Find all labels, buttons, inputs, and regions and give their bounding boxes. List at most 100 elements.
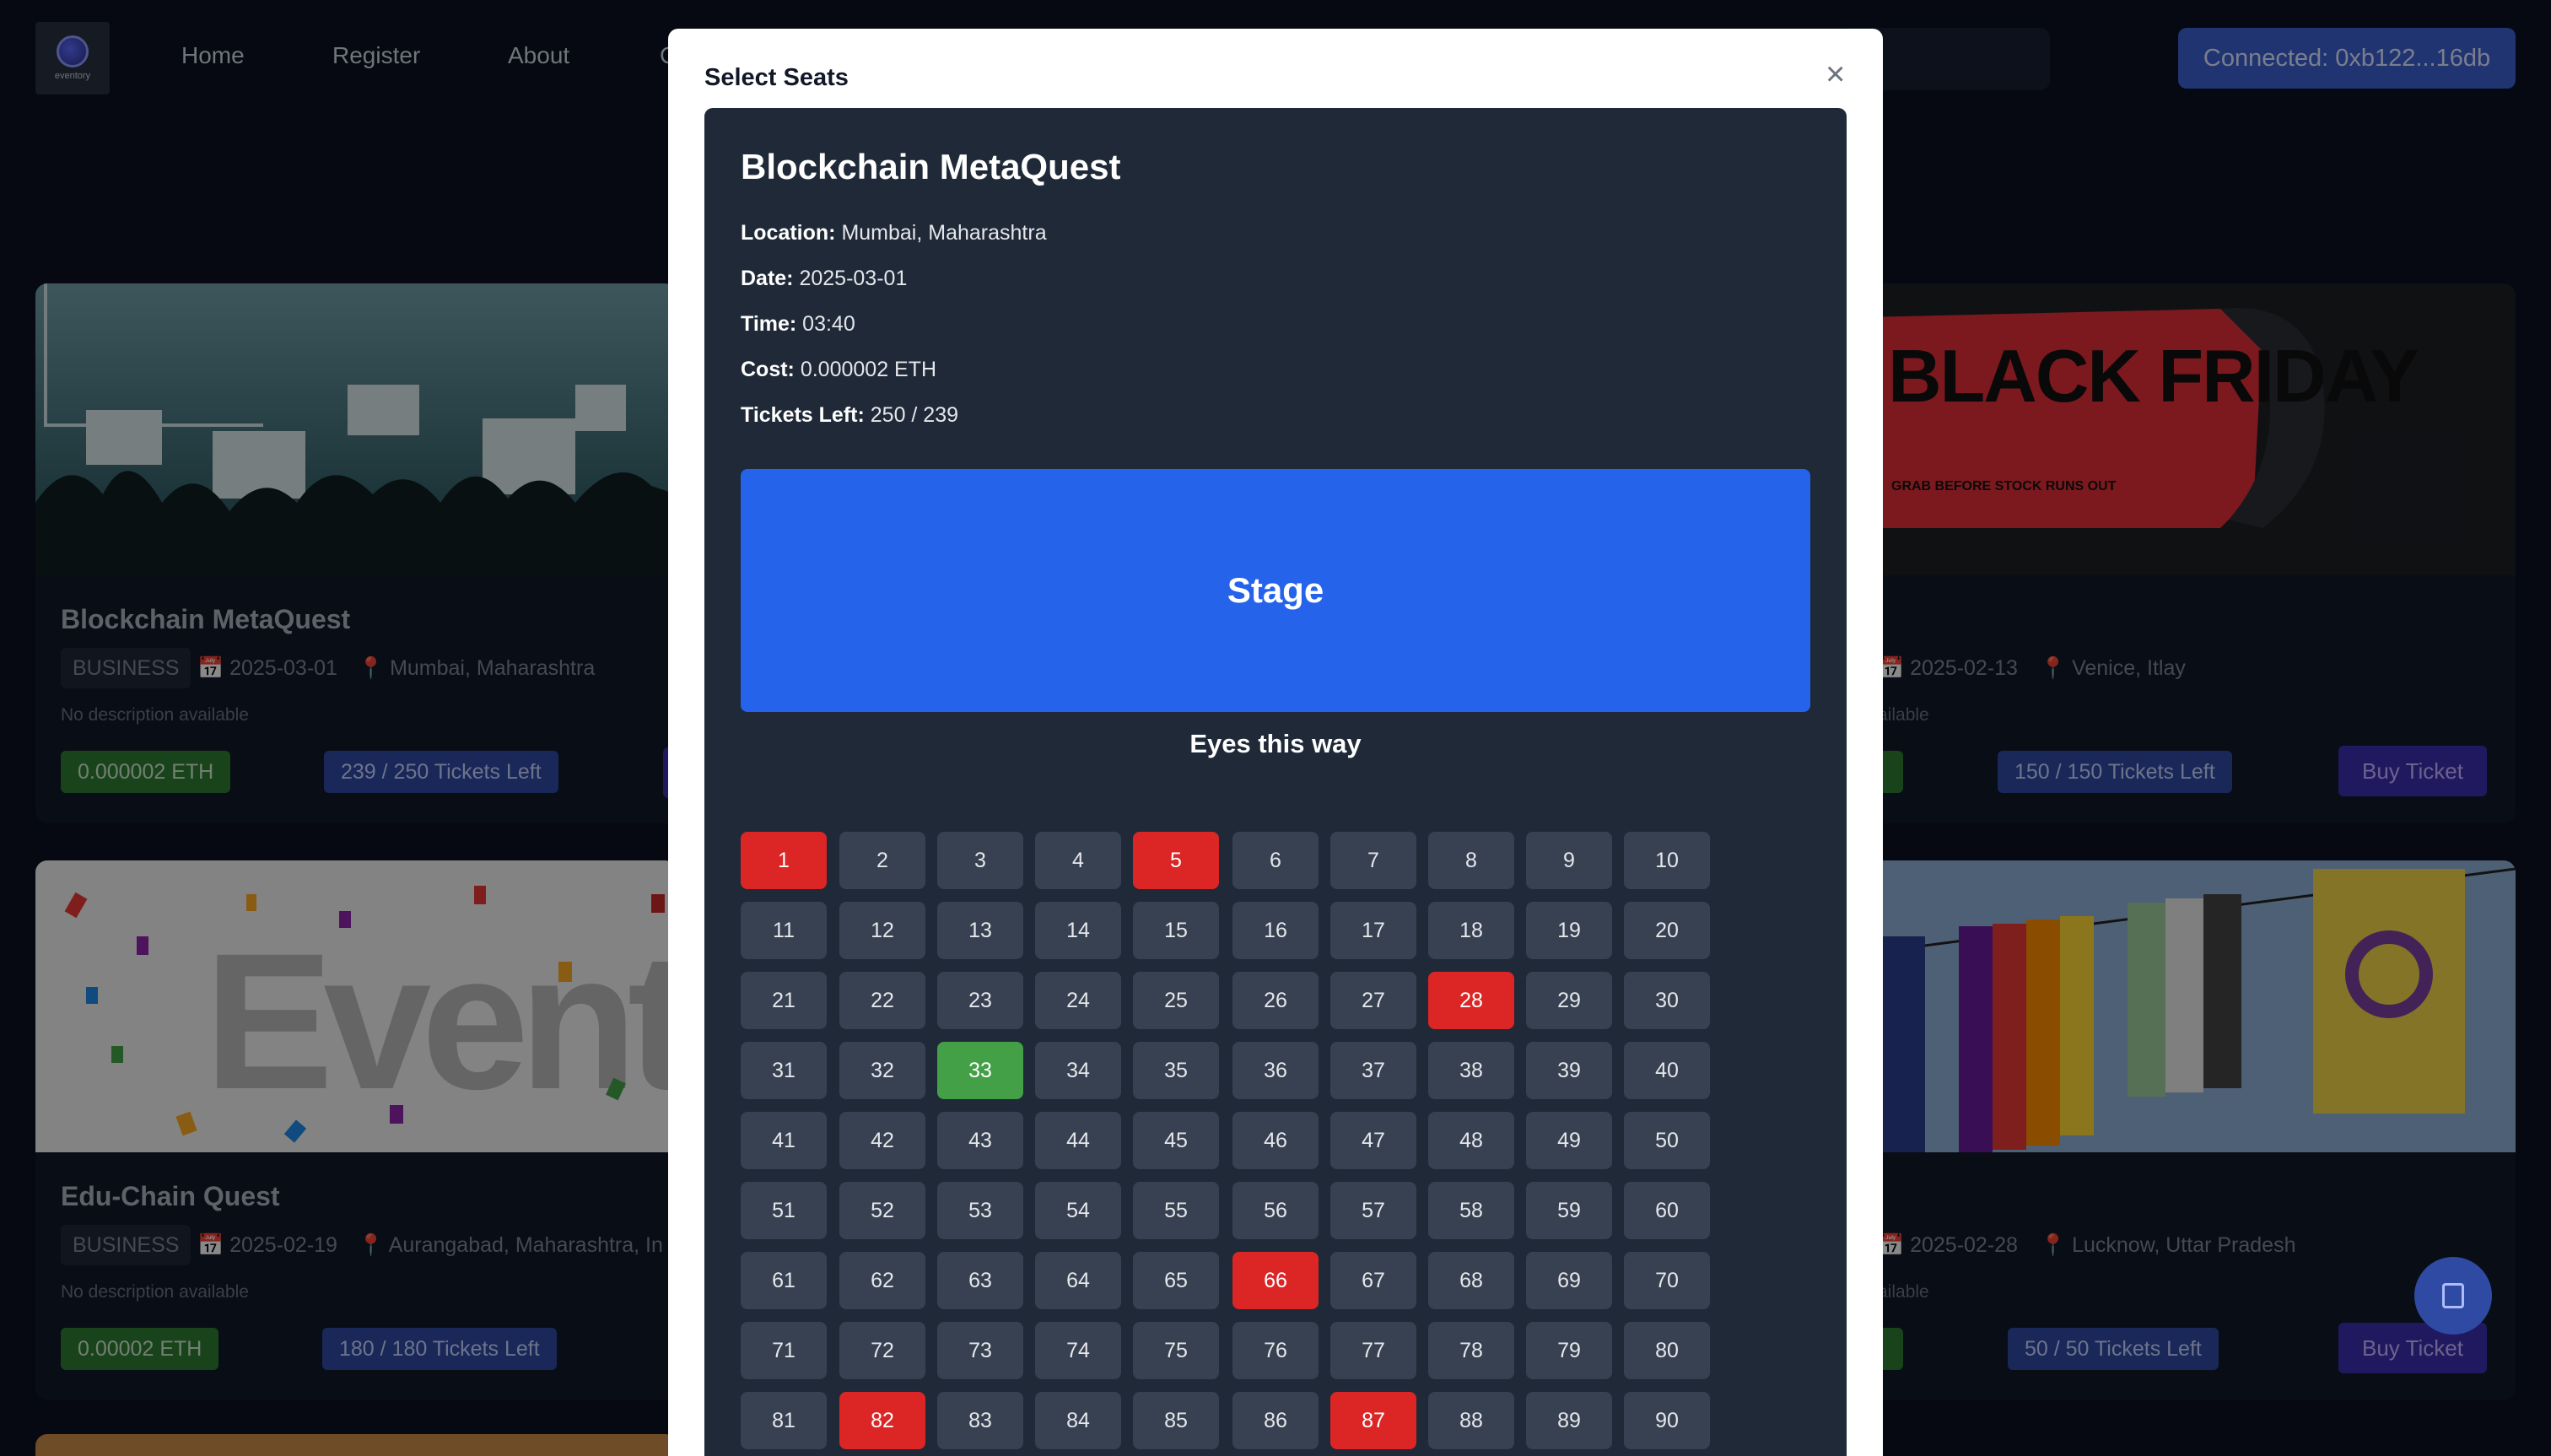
seat-button[interactable]: 79 [1526,1322,1612,1379]
seat-button[interactable]: 27 [1330,972,1416,1029]
seat-button[interactable]: 19 [1526,902,1612,959]
seat-button[interactable]: 4 [1035,832,1121,889]
seat-button[interactable]: 16 [1232,902,1319,959]
seat-button[interactable]: 20 [1624,902,1710,959]
seat-button[interactable]: 48 [1428,1112,1514,1169]
seat-button[interactable]: 30 [1624,972,1710,1029]
seat-button[interactable]: 67 [1330,1252,1416,1309]
seat-button[interactable]: 17 [1330,902,1416,959]
seat-button[interactable]: 31 [741,1042,827,1099]
seat-button[interactable]: 61 [741,1252,827,1309]
select-seats-modal: Select Seats × Blockchain MetaQuest Loca… [668,29,1883,1456]
seat-button[interactable]: 9 [1526,832,1612,889]
seat-button[interactable]: 57 [1330,1182,1416,1239]
seat-button[interactable]: 5 [1133,832,1219,889]
seat-button[interactable]: 68 [1428,1252,1514,1309]
seat-selection-panel: Blockchain MetaQuest Location: Mumbai, M… [704,108,1847,1456]
time-value: 03:40 [796,312,855,336]
location-row: Location: Mumbai, Maharashtra [741,221,1047,245]
seat-button[interactable]: 1 [741,832,827,889]
seat-button[interactable]: 3 [937,832,1023,889]
seat-button[interactable]: 59 [1526,1182,1612,1239]
chat-button[interactable] [2414,1257,2492,1335]
cost-label: Cost: [741,358,795,381]
seat-button[interactable]: 87 [1330,1392,1416,1449]
seat-button[interactable]: 29 [1526,972,1612,1029]
seat-button[interactable]: 62 [839,1252,925,1309]
seat-button[interactable]: 56 [1232,1182,1319,1239]
seat-button[interactable]: 66 [1232,1252,1319,1309]
seat-button[interactable]: 54 [1035,1182,1121,1239]
seat-button[interactable]: 36 [1232,1042,1319,1099]
seat-button[interactable]: 42 [839,1112,925,1169]
seat-button[interactable]: 53 [937,1182,1023,1239]
seat-button[interactable]: 6 [1232,832,1319,889]
seat-button[interactable]: 25 [1133,972,1219,1029]
seat-button[interactable]: 18 [1428,902,1514,959]
seat-button[interactable]: 85 [1133,1392,1219,1449]
seat-button[interactable]: 76 [1232,1322,1319,1379]
seat-button[interactable]: 39 [1526,1042,1612,1099]
seat-button[interactable]: 44 [1035,1112,1121,1169]
seat-button[interactable]: 13 [937,902,1023,959]
seat-button[interactable]: 14 [1035,902,1121,959]
seat-button[interactable]: 11 [741,902,827,959]
seat-button[interactable]: 45 [1133,1112,1219,1169]
seat-button[interactable]: 74 [1035,1322,1121,1379]
seat-button[interactable]: 80 [1624,1322,1710,1379]
seat-button[interactable]: 86 [1232,1392,1319,1449]
seat-button[interactable]: 47 [1330,1112,1416,1169]
close-icon[interactable]: × [1826,57,1845,91]
seat-button[interactable]: 34 [1035,1042,1121,1099]
seat-button[interactable]: 37 [1330,1042,1416,1099]
time-label: Time: [741,312,797,336]
seat-button[interactable]: 51 [741,1182,827,1239]
seat-button[interactable]: 35 [1133,1042,1219,1099]
seat-button[interactable]: 28 [1428,972,1514,1029]
seat-button[interactable]: 58 [1428,1182,1514,1239]
seat-button[interactable]: 89 [1526,1392,1612,1449]
seat-button[interactable]: 43 [937,1112,1023,1169]
event-name: Blockchain MetaQuest [741,147,1121,186]
seat-button[interactable]: 69 [1526,1252,1612,1309]
seat-button[interactable]: 50 [1624,1112,1710,1169]
seat-button[interactable]: 38 [1428,1042,1514,1099]
seat-button[interactable]: 88 [1428,1392,1514,1449]
seat-button[interactable]: 33 [937,1042,1023,1099]
seat-button[interactable]: 84 [1035,1392,1121,1449]
seat-button[interactable]: 81 [741,1392,827,1449]
seat-button[interactable]: 70 [1624,1252,1710,1309]
seat-button[interactable]: 49 [1526,1112,1612,1169]
seat-button[interactable]: 40 [1624,1042,1710,1099]
seat-button[interactable]: 83 [937,1392,1023,1449]
seat-button[interactable]: 46 [1232,1112,1319,1169]
seat-button[interactable]: 12 [839,902,925,959]
seat-button[interactable]: 8 [1428,832,1514,889]
seat-button[interactable]: 73 [937,1322,1023,1379]
seat-button[interactable]: 2 [839,832,925,889]
seat-button[interactable]: 90 [1624,1392,1710,1449]
seat-button[interactable]: 65 [1133,1252,1219,1309]
seat-button[interactable]: 10 [1624,832,1710,889]
seat-button[interactable]: 77 [1330,1322,1416,1379]
seat-button[interactable]: 23 [937,972,1023,1029]
seat-button[interactable]: 55 [1133,1182,1219,1239]
seat-button[interactable]: 26 [1232,972,1319,1029]
seat-button[interactable]: 32 [839,1042,925,1099]
seat-button[interactable]: 22 [839,972,925,1029]
seat-button[interactable]: 71 [741,1322,827,1379]
tickets-row: Tickets Left: 250 / 239 [741,403,958,428]
seat-button[interactable]: 75 [1133,1322,1219,1379]
seat-button[interactable]: 15 [1133,902,1219,959]
seat-button[interactable]: 21 [741,972,827,1029]
seat-button[interactable]: 64 [1035,1252,1121,1309]
seat-button[interactable]: 72 [839,1322,925,1379]
seat-button[interactable]: 78 [1428,1322,1514,1379]
seat-button[interactable]: 7 [1330,832,1416,889]
seat-button[interactable]: 24 [1035,972,1121,1029]
seat-button[interactable]: 82 [839,1392,925,1449]
seat-button[interactable]: 52 [839,1182,925,1239]
seat-button[interactable]: 41 [741,1112,827,1169]
seat-button[interactable]: 60 [1624,1182,1710,1239]
seat-button[interactable]: 63 [937,1252,1023,1309]
